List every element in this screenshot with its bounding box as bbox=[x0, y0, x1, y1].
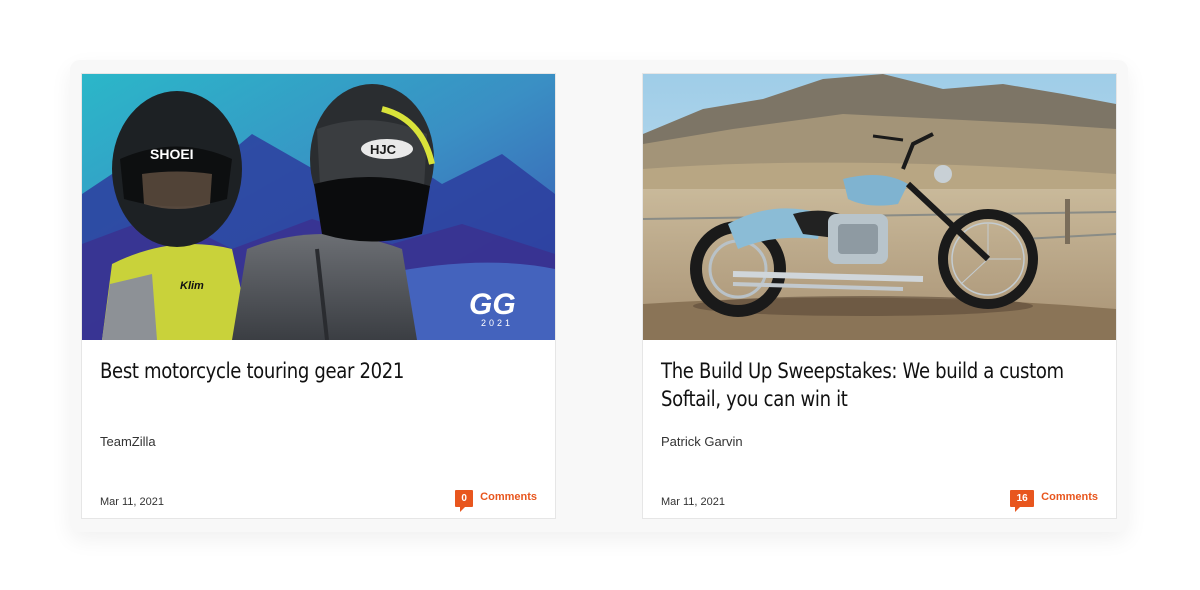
article-date: Mar 11, 2021 bbox=[661, 496, 726, 508]
article-author: TeamZilla bbox=[100, 434, 156, 449]
article-image-custom-softail[interactable] bbox=[643, 74, 1116, 340]
article-author: Patrick Garvin bbox=[661, 434, 743, 449]
comments-label[interactable]: Comments bbox=[1041, 490, 1098, 504]
helmet-brand-right: HJC bbox=[370, 142, 397, 157]
comment-count: 16 bbox=[1016, 493, 1028, 504]
jacket-brand-label: Klim bbox=[180, 280, 204, 292]
article-title[interactable]: The Build Up Sweepstakes: We build a cus… bbox=[661, 357, 1064, 413]
article-title-line[interactable]: The Build Up Sweepstakes: We build a cus… bbox=[661, 357, 1091, 385]
article-title[interactable]: Best motorcycle touring gear 2021 bbox=[100, 357, 470, 385]
article-image-touring-gear[interactable]: SHOEI HJC Klim GG 2021 bbox=[82, 74, 555, 340]
article-title-line[interactable]: Softail, you can win it bbox=[661, 385, 1091, 413]
article-date: Mar 11, 2021 bbox=[100, 496, 165, 508]
article-card-build-up-sweepstakes[interactable]: The Build Up Sweepstakes: We build a cus… bbox=[642, 73, 1117, 519]
helmet-brand-left: SHOEI bbox=[150, 146, 194, 162]
article-card-touring-gear[interactable]: SHOEI HJC Klim GG 2021 Best motorcycle t… bbox=[81, 73, 556, 519]
article-title-line[interactable]: Best motorcycle touring gear 2021 bbox=[100, 357, 530, 385]
comments-link[interactable]: 0 Comments bbox=[455, 490, 537, 512]
gg-logo-year: 2021 bbox=[481, 318, 513, 328]
gg-logo: GG bbox=[469, 288, 516, 321]
comment-count: 0 bbox=[461, 493, 467, 504]
comment-bubble-icon[interactable]: 0 bbox=[455, 490, 474, 512]
comments-link[interactable]: 16 Comments bbox=[1010, 490, 1098, 512]
comment-bubble-icon[interactable]: 16 bbox=[1010, 490, 1035, 512]
comments-label[interactable]: Comments bbox=[480, 490, 537, 504]
